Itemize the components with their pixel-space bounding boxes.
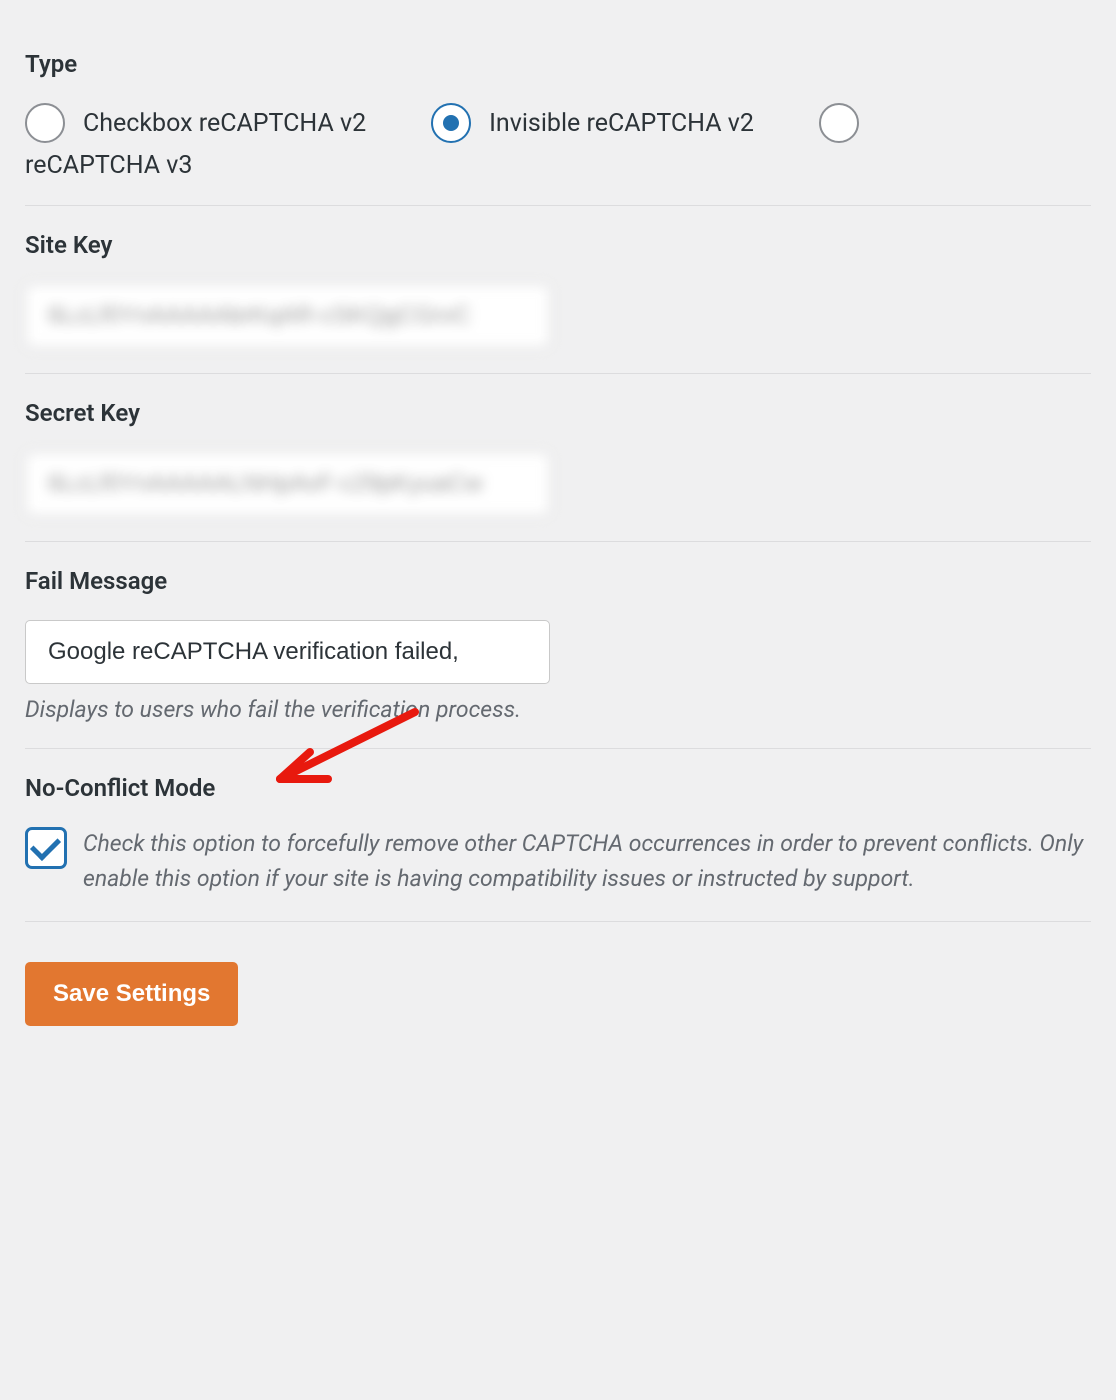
site-key-input[interactable] bbox=[25, 284, 550, 348]
no-conflict-description[interactable]: Check this option to forcefully remove o… bbox=[83, 827, 1091, 896]
secret-key-label: Secret Key bbox=[25, 399, 1091, 427]
radio-invisible-v2[interactable] bbox=[431, 103, 471, 143]
radio-checkbox-v2[interactable] bbox=[25, 103, 65, 143]
type-section: Type Checkbox reCAPTCHA v2 Invisible reC… bbox=[25, 25, 1091, 206]
fail-message-help: Displays to users who fail the verificat… bbox=[25, 696, 1091, 723]
radio-item-v3[interactable] bbox=[819, 103, 877, 143]
no-conflict-checkbox[interactable] bbox=[25, 827, 67, 869]
secret-key-section: Secret Key bbox=[25, 374, 1091, 542]
save-row: Save Settings bbox=[25, 922, 1091, 1026]
fail-message-section: Fail Message Displays to users who fail … bbox=[25, 542, 1091, 749]
site-key-section: Site Key bbox=[25, 206, 1091, 374]
site-key-label: Site Key bbox=[25, 231, 1091, 259]
no-conflict-label: No-Conflict Mode bbox=[25, 774, 1091, 802]
radio-item-invisible-v2[interactable]: Invisible reCAPTCHA v2 bbox=[431, 103, 754, 143]
radio-label-v3: reCAPTCHA v3 bbox=[25, 151, 192, 180]
radio-label-checkbox-v2: Checkbox reCAPTCHA v2 bbox=[83, 109, 366, 138]
radio-v3[interactable] bbox=[819, 103, 859, 143]
fail-message-label: Fail Message bbox=[25, 567, 1091, 595]
fail-message-input[interactable] bbox=[25, 620, 550, 684]
type-radio-group: Checkbox reCAPTCHA v2 Invisible reCAPTCH… bbox=[25, 103, 1091, 180]
radio-item-checkbox-v2[interactable]: Checkbox reCAPTCHA v2 bbox=[25, 103, 366, 143]
radio-label-invisible-v2: Invisible reCAPTCHA v2 bbox=[489, 109, 754, 138]
save-settings-button[interactable]: Save Settings bbox=[25, 962, 238, 1026]
no-conflict-section: No-Conflict Mode Check this option to fo… bbox=[25, 749, 1091, 922]
secret-key-input[interactable] bbox=[25, 452, 550, 516]
type-label: Type bbox=[25, 50, 1091, 78]
